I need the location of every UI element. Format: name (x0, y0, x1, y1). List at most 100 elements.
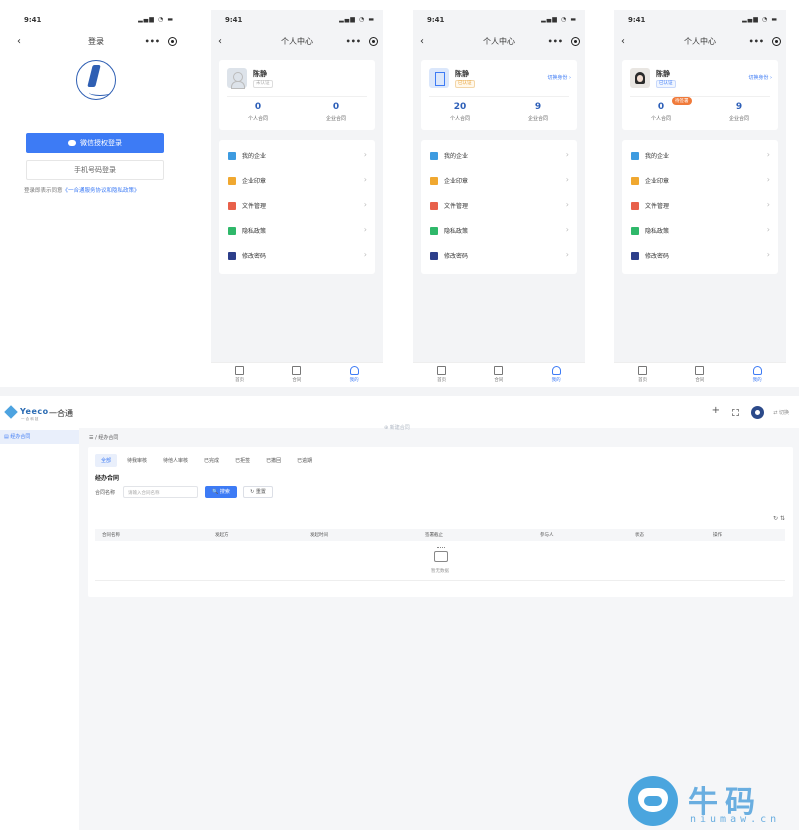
status-tab[interactable]: 已完成 (198, 454, 225, 467)
menu-icon (430, 227, 438, 235)
avatar[interactable] (429, 68, 449, 88)
profile-card: 陈静 未认证 0 个人合同 0 企业合同 (219, 60, 375, 130)
search-button[interactable]: 🔍 搜索 (205, 486, 237, 498)
menu-item[interactable]: 隐私政策 › (421, 219, 577, 244)
menu-item[interactable]: 修改密码 › (622, 244, 778, 269)
stat-personal[interactable]: 0 个人合同 (219, 102, 297, 122)
stat-personal[interactable]: 0 个人合同 (622, 102, 700, 122)
tab-bar: 首页 合同 我的 (211, 362, 383, 386)
page-title: 登录 (88, 37, 104, 46)
back-icon[interactable]: ‹ (17, 32, 21, 52)
ghost-tooltip: ⊕ 新建合同 (384, 425, 410, 431)
menu-list: 我的企业 › 企业印章 › 文件管理 › 隐私政策 › 修改密码 › (219, 140, 375, 274)
menu-label: 企业印章 (242, 178, 267, 185)
status-tab[interactable]: 待他人审核 (157, 454, 194, 467)
status-time: 9:41 (628, 16, 646, 24)
tab-2[interactable]: 我的 (326, 366, 383, 383)
menu-label: 企业印章 (645, 178, 670, 185)
menu-label: 文件管理 (645, 203, 670, 210)
menu-item[interactable]: 我的企业 › (421, 144, 577, 169)
menu-label: 文件管理 (242, 203, 267, 210)
menu-item[interactable]: 文件管理 › (219, 194, 375, 219)
menu-item[interactable]: 隐私政策 › (622, 219, 778, 244)
tab-1[interactable]: 合同 (268, 366, 325, 383)
personal-count: 20 (453, 102, 467, 112)
menu-item[interactable]: 我的企业 › (622, 144, 778, 169)
tab-1[interactable]: 合同 (671, 366, 728, 383)
switch-user-link[interactable]: ⇄ 切换 (773, 409, 789, 416)
menu-item[interactable]: 企业印章 › (622, 169, 778, 194)
panel-title: 经办合同 (95, 475, 120, 482)
stat-enterprise[interactable]: 0 企业合同 (297, 102, 375, 122)
status-tab[interactable]: 全部 (95, 454, 118, 467)
breadcrumb: ☰ / 经办合同 (89, 435, 119, 441)
status-bar: 9:41 ▂▄▆ ◔ ▬ (10, 10, 182, 30)
more-icon[interactable]: ••• (346, 32, 361, 52)
menu-icon (631, 152, 639, 160)
enterprise-label: 企业合同 (728, 116, 749, 122)
table-tools[interactable]: ↻ ⇅ (773, 515, 785, 522)
phone-login-button[interactable]: 手机号码登录 (26, 160, 164, 180)
chevron-right-icon: › (363, 250, 367, 259)
menu-item[interactable]: 修改密码 › (421, 244, 577, 269)
menu-label: 修改密码 (444, 253, 469, 260)
back-icon[interactable]: ‹ (621, 32, 625, 52)
brand-logo-icon (4, 405, 18, 419)
tab-icon (292, 366, 302, 375)
tab-2[interactable]: 我的 (729, 366, 786, 383)
agreement-link[interactable]: 《一合通服务协议和隐私政策》 (63, 188, 140, 194)
more-icon[interactable]: ••• (749, 32, 764, 52)
reset-button[interactable]: ↻ 重置 (243, 486, 273, 498)
stat-enterprise[interactable]: 9 企业合同 (700, 102, 778, 122)
menu-item[interactable]: 修改密码 › (219, 244, 375, 269)
contract-name-input[interactable]: 请输入合同名称 (123, 486, 198, 498)
close-capsule-icon[interactable] (772, 37, 781, 46)
menu-icon (631, 177, 639, 185)
nav-bar: ‹ 个人中心 ••• (614, 32, 786, 52)
table-divider (95, 580, 785, 581)
avatar[interactable] (751, 406, 764, 419)
menu-icon (631, 252, 639, 260)
stat-personal[interactable]: 20 个人合同 (421, 102, 499, 122)
profile-card: 陈静 已认证 切换身份 › 20 个人合同 9 企业合同 (421, 60, 577, 130)
back-icon[interactable]: ‹ (218, 32, 222, 52)
avatar[interactable] (630, 68, 650, 88)
menu-item[interactable]: 企业印章 › (219, 169, 375, 194)
stat-enterprise[interactable]: 9 企业合同 (499, 102, 577, 122)
status-tab[interactable]: 已撤回 (260, 454, 287, 467)
avatar[interactable] (227, 68, 247, 89)
enterprise-count: 9 (534, 102, 542, 112)
menu-list: 我的企业 › 企业印章 › 文件管理 › 隐私政策 › 修改密码 › (622, 140, 778, 274)
wechat-login-button[interactable]: 微信授权登录 (26, 133, 164, 153)
close-capsule-icon[interactable] (168, 37, 177, 46)
add-icon[interactable]: + (712, 405, 720, 416)
close-capsule-icon[interactable] (369, 37, 378, 46)
switch-identity-link[interactable]: 切换身份 › (748, 74, 772, 81)
more-icon[interactable]: ••• (548, 32, 563, 52)
empty-box-icon (434, 547, 448, 562)
page-title: 个人中心 (281, 37, 313, 46)
menu-item[interactable]: 文件管理 › (622, 194, 778, 219)
status-tab[interactable]: 已拒签 (229, 454, 256, 467)
fullscreen-icon[interactable] (732, 409, 739, 416)
status-tab[interactable]: 已逾期 (291, 454, 318, 467)
status-tab[interactable]: 待我审核 (121, 454, 153, 467)
back-icon[interactable]: ‹ (420, 32, 424, 52)
tab-1[interactable]: 合同 (470, 366, 527, 383)
more-icon[interactable]: ••• (145, 32, 160, 52)
close-capsule-icon[interactable] (571, 37, 580, 46)
tab-0[interactable]: 首页 (413, 366, 470, 383)
sidebar-item-contracts[interactable]: ▤ 经办合同 (0, 430, 79, 444)
tab-0[interactable]: 首页 (211, 366, 268, 383)
menu-item[interactable]: 文件管理 › (421, 194, 577, 219)
chevron-right-icon: › (766, 200, 770, 209)
menu-label: 企业印章 (444, 178, 469, 185)
menu-icon (430, 152, 438, 160)
menu-item[interactable]: 企业印章 › (421, 169, 577, 194)
menu-item[interactable]: 我的企业 › (219, 144, 375, 169)
nav-bar: ‹ 登录 ••• (10, 32, 182, 52)
tab-0[interactable]: 首页 (614, 366, 671, 383)
switch-identity-link[interactable]: 切换身份 › (547, 74, 571, 81)
menu-item[interactable]: 隐私政策 › (219, 219, 375, 244)
tab-2[interactable]: 我的 (528, 366, 585, 383)
